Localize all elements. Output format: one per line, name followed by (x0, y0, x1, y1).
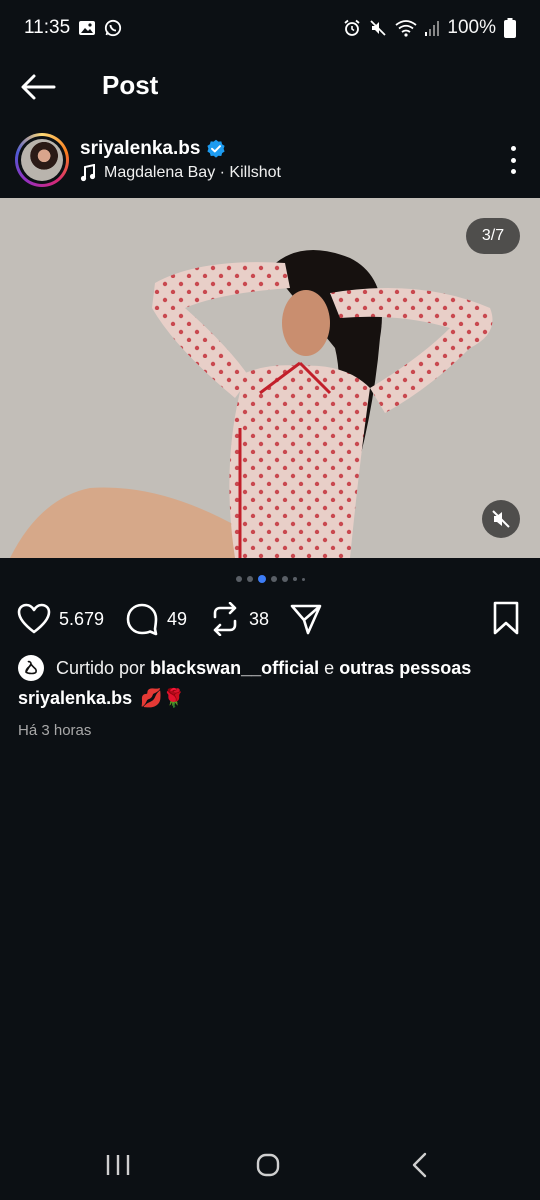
repost-count: 38 (249, 608, 270, 629)
like-action[interactable]: 5.679 (17, 598, 104, 640)
mute-toggle-button[interactable] (482, 500, 520, 538)
header: Post (0, 56, 540, 118)
battery-icon (504, 18, 516, 38)
status-bar: 11:35 100% (0, 0, 540, 56)
comment-icon[interactable] (125, 602, 159, 636)
caption-username[interactable]: sriyalenka.bs (18, 688, 132, 709)
status-time: 11:35 (24, 17, 71, 38)
caption-text: 💋🌹 (140, 688, 185, 708)
carousel-dot (246, 576, 253, 582)
music-line[interactable]: Magdalena Bay · Killshot (80, 164, 281, 182)
post-author-row: sriyalenka.bs Magdalena Bay · Killshot (0, 130, 540, 190)
carousel-dot (292, 577, 297, 581)
music-note-icon (80, 164, 96, 182)
wifi-icon (395, 20, 417, 37)
avatar[interactable] (15, 133, 69, 187)
page-title: Post (102, 70, 159, 100)
carousel-dot (235, 576, 242, 582)
liked-by-text: Curtido por blackswan__official e outras… (56, 658, 471, 679)
liked-by-others[interactable]: outras pessoas (339, 658, 471, 678)
music-track-label: Magdalena Bay · Killshot (104, 164, 281, 181)
battery-percent: 100% (447, 17, 496, 38)
home-icon[interactable] (248, 1150, 288, 1180)
status-right: 100% (343, 17, 516, 39)
back-arrow-icon[interactable] (18, 70, 58, 104)
liked-by-prefix: Curtido por (56, 657, 146, 678)
system-nav-bar (0, 1132, 540, 1200)
more-options-icon[interactable] (508, 146, 518, 174)
liked-by-username[interactable]: blackswan__official (150, 658, 319, 678)
post-timestamp: Há 3 horas (18, 722, 92, 739)
carousel-dot (301, 577, 305, 581)
alarm-icon (344, 19, 360, 36)
share-icon[interactable] (289, 602, 323, 636)
repost-action[interactable]: 38 (209, 598, 269, 640)
signal-icon (425, 21, 440, 36)
repost-icon[interactable] (209, 602, 241, 636)
mute-icon (370, 20, 387, 36)
post-actions: 5.679 49 38 (0, 598, 540, 640)
liked-by-row[interactable]: Curtido por blackswan__official e outras… (18, 654, 471, 682)
liked-by-connector: e (324, 657, 335, 678)
post-media[interactable]: 3/7 (0, 198, 540, 558)
whatsapp-icon (105, 19, 122, 37)
speaker-muted-icon (492, 510, 510, 528)
comment-action[interactable]: 49 (125, 598, 187, 640)
carousel-indicator (0, 574, 540, 584)
post-photo (0, 198, 540, 558)
status-left: 11:35 (24, 17, 122, 39)
post-username[interactable]: sriyalenka.bs (80, 138, 200, 160)
carousel-dot (281, 576, 288, 582)
heart-icon[interactable] (17, 603, 51, 635)
bookmark-icon[interactable] (492, 600, 520, 636)
liked-by-avatar (18, 655, 44, 681)
comment-count: 49 (167, 608, 188, 629)
recent-apps-icon[interactable] (98, 1150, 138, 1180)
media-counter-badge: 3/7 (466, 218, 520, 254)
back-icon[interactable] (400, 1150, 440, 1180)
username-line: sriyalenka.bs (80, 138, 226, 160)
verified-badge-icon (207, 139, 226, 158)
carousel-dot (270, 576, 277, 582)
caption: sriyalenka.bs 💋🌹 (18, 688, 185, 709)
like-count: 5.679 (59, 608, 105, 629)
avatar-image (21, 139, 63, 181)
carousel-dot-active (257, 575, 266, 583)
gallery-icon (79, 21, 96, 35)
swan-logo-icon (24, 660, 37, 675)
